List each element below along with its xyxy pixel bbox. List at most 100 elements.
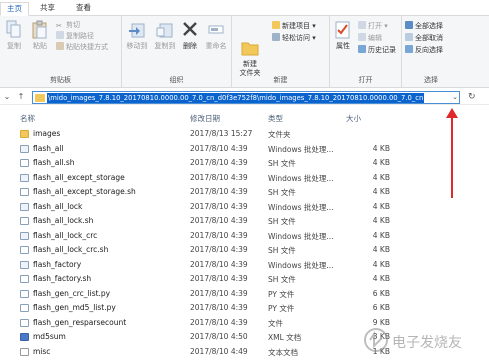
copy-to-icon	[156, 20, 174, 40]
file-type: 文件	[268, 318, 283, 328]
invert-selection-label: 反向选择	[415, 46, 443, 54]
column-name[interactable]: 名称	[20, 113, 35, 124]
file-size: 6 KB	[372, 288, 390, 298]
file-name: flash_all_lock_crc	[33, 230, 98, 240]
file-type: 文本文档	[268, 347, 298, 357]
edit-button[interactable]: 编辑	[358, 33, 382, 43]
tab-view[interactable]: 查看	[70, 2, 97, 16]
file-date: 2017/8/10 4:50	[190, 332, 248, 341]
file-row[interactable]: flash_gen_crc_list.py 2017/8/10 4:39 PY 文件…	[0, 288, 489, 300]
new-folder-button[interactable]: 新建 文件夹	[236, 20, 264, 78]
file-icon	[20, 202, 29, 211]
file-date: 2017/8/10 4:39	[190, 288, 248, 298]
select-none-label: 全部取消	[415, 34, 443, 42]
file-icon	[20, 289, 29, 298]
file-row[interactable]: flash_all_lock_crc 2017/8/10 4:39 Windows …	[0, 230, 489, 242]
select-none-button[interactable]: 全部取消	[405, 33, 443, 43]
file-date: 2017/8/10 4:39	[190, 303, 248, 312]
scissors-icon: ✂	[56, 22, 62, 30]
copy-to-button[interactable]: 复制到	[152, 20, 178, 51]
select-none-icon	[405, 33, 413, 41]
column-size[interactable]: 大小	[346, 113, 361, 124]
file-size: 4 KB	[372, 187, 390, 196]
delete-icon	[181, 20, 199, 40]
annotation-arrow-line	[451, 116, 453, 198]
column-type[interactable]: 类型	[268, 113, 283, 124]
file-type: 文件夹	[268, 130, 291, 139]
easy-access-button[interactable]: 轻松访问 ▾	[272, 33, 316, 43]
address-path[interactable]: \mido_images_7.8.10_20170810.0000.00_7.0…	[47, 93, 425, 103]
new-group: 新建 文件夹 新建项目 ▾ 轻松访问 ▾ 新建	[232, 16, 330, 88]
paste-shortcut-icon	[56, 42, 64, 50]
rename-icon	[207, 20, 225, 40]
file-name: flash_gen_resparsecount	[33, 317, 127, 327]
file-date: 2017/8/10 4:49	[190, 346, 248, 356]
file-date: 2017/8/10 4:39	[190, 259, 248, 269]
properties-button[interactable]: 属性	[332, 20, 354, 51]
file-icon	[20, 188, 29, 196]
cut-button[interactable]: ✂ 剪切	[56, 20, 80, 30]
paste-shortcut-button[interactable]: 粘贴快捷方式	[56, 42, 108, 52]
file-name: flash_gen_crc_list.py	[33, 288, 111, 298]
file-size: 4 KB	[372, 143, 390, 153]
file-icon	[20, 304, 29, 312]
file-row[interactable]: flash_all_except_storage.sh 2017/8/10 4:3…	[0, 186, 489, 198]
file-type: SH 文件	[268, 188, 296, 197]
file-row[interactable]: flash_all_lock 2017/8/10 4:39 Windows 批处理.…	[0, 201, 489, 213]
rename-label: 重命名	[205, 42, 227, 50]
select-all-label: 全部选择	[415, 22, 443, 30]
edit-label: 编辑	[368, 34, 382, 42]
folder-icon	[35, 94, 45, 102]
file-name: flash_factory.sh	[33, 274, 92, 283]
watermark-text: 电子发烧友	[392, 335, 462, 351]
file-date: 2017/8/10 4:39	[190, 230, 248, 240]
tab-share[interactable]: 共享	[34, 2, 61, 16]
copy-path-button[interactable]: 复制路径	[56, 31, 94, 41]
column-date[interactable]: 修改日期	[190, 113, 220, 124]
paste-button[interactable]: 粘贴	[28, 20, 52, 51]
file-name: misc	[33, 346, 51, 356]
file-name: images	[33, 129, 61, 138]
file-row[interactable]: flash_factory.sh 2017/8/10 4:39 SH 文件 4 KB	[0, 273, 489, 285]
delete-button[interactable]: 删除	[180, 20, 200, 51]
open-label: 打开 ▾	[368, 22, 388, 30]
file-date: 2017/8/10 4:39	[190, 245, 248, 254]
file-icon	[20, 159, 29, 167]
file-type: PY 文件	[268, 289, 295, 299]
address-bar[interactable]: \mido_images_7.8.10_20170810.0000.00_7.0…	[32, 91, 460, 104]
address-row: ⌄ ↑ \mido_images_7.8.10_20170810.0000.00…	[0, 89, 489, 105]
open-group: 属性 打开 ▾ 编辑 历史记录 打开	[330, 16, 402, 88]
up-arrow-icon[interactable]: ↑	[16, 91, 26, 103]
rename-button[interactable]: 重命名	[202, 20, 230, 51]
file-size: 4 KB	[372, 172, 390, 182]
file-date: 2017/8/10 4:39	[190, 187, 248, 196]
select-all-button[interactable]: 全部选择	[405, 21, 443, 31]
refresh-icon[interactable]: ↻	[468, 91, 476, 103]
file-row[interactable]: flash_all_lock.sh 2017/8/10 4:39 SH 文件 4 KB	[0, 215, 489, 227]
open-button[interactable]: 打开 ▾	[358, 21, 388, 31]
new-folder-icon	[241, 29, 259, 56]
file-row[interactable]: flash_factory 2017/8/10 4:39 Windows 批处理..…	[0, 259, 489, 271]
move-to-icon	[128, 20, 146, 40]
recent-locations-icon[interactable]: ⌄	[2, 91, 12, 103]
tab-home[interactable]: 主页	[0, 2, 29, 16]
file-name: flash_all.sh	[33, 158, 75, 167]
copy-button[interactable]: 复制	[2, 20, 26, 51]
file-row[interactable]: flash_gen_md5_list.py 2017/8/10 4:39 PY 文件…	[0, 302, 489, 314]
new-item-button[interactable]: 新建项目 ▾	[272, 21, 316, 31]
file-date: 2017/8/10 4:39	[190, 216, 248, 225]
file-type: Windows 批处理...	[268, 173, 334, 183]
move-to-button[interactable]: 移动到	[124, 20, 150, 51]
file-row[interactable]: images 2017/8/13 15:27 文件夹	[0, 128, 489, 140]
xml-file-icon	[20, 333, 29, 341]
invert-selection-button[interactable]: 反向选择	[405, 45, 443, 55]
new-item-icon	[272, 21, 280, 29]
history-button[interactable]: 历史记录	[358, 45, 396, 55]
file-row[interactable]: flash_all 2017/8/10 4:39 Windows 批处理... 4 K…	[0, 143, 489, 155]
chevron-down-icon[interactable]: ⌄	[452, 92, 458, 103]
clipboard-group-label: 剪贴板	[50, 76, 71, 84]
file-row[interactable]: flash_all.sh 2017/8/10 4:39 SH 文件 4 KB	[0, 157, 489, 169]
file-row[interactable]: flash_all_lock_crc.sh 2017/8/10 4:39 SH 文件…	[0, 244, 489, 256]
file-row[interactable]: flash_all_except_storage 2017/8/10 4:39 Wi…	[0, 172, 489, 184]
select-all-icon	[405, 21, 413, 29]
